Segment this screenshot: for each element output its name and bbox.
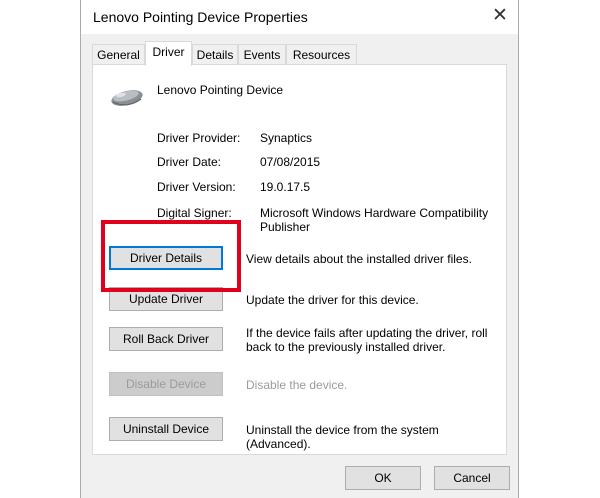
disable-device-button[interactable]: Disable Device [109,372,223,396]
driver-panel: Lenovo Pointing Device Driver Provider: … [92,64,507,455]
digital-signer-value: Microsoft Windows Hardware Compatibility… [260,206,489,234]
driver-version-value: 19.0.17.5 [260,180,311,194]
digital-signer-label: Digital Signer: [157,206,232,220]
device-name: Lenovo Pointing Device [157,83,284,97]
driver-details-button[interactable]: Driver Details [109,246,223,270]
ok-button[interactable]: OK [345,466,421,490]
close-icon[interactable]: ✕ [488,4,512,28]
driver-date-value: 07/08/2015 [260,155,321,169]
mouse-icon [111,90,143,106]
driver-provider-value: Synaptics [260,131,313,145]
roll-back-driver-button[interactable]: Roll Back Driver [109,327,223,351]
uninstall-device-button[interactable]: Uninstall Device [109,417,223,441]
title-bar: Lenovo Pointing Device Properties ✕ [81,0,518,34]
update-driver-button[interactable]: Update Driver [109,287,223,311]
driver-provider-label: Driver Provider: [157,131,241,145]
cancel-button[interactable]: Cancel [434,466,510,490]
disable-device-desc: Disable the device. [246,378,348,392]
uninstall-device-desc: Uninstall the device from the system (Ad… [246,423,439,451]
tab-general[interactable]: General [92,44,145,64]
tab-events[interactable]: Events [238,44,286,64]
window-title: Lenovo Pointing Device Properties [93,9,308,25]
driver-date-label: Driver Date: [157,155,222,169]
driver-details-desc: View details about the installed driver … [246,252,472,266]
tab-details[interactable]: Details [192,44,238,64]
properties-dialog: Lenovo Pointing Device Properties ✕ Gene… [80,0,519,498]
tab-resources[interactable]: Resources [286,44,357,64]
update-driver-desc: Update the driver for this device. [246,293,419,307]
tab-driver[interactable]: Driver [145,41,192,66]
driver-version-label: Driver Version: [157,180,236,194]
roll-back-driver-desc: If the device fails after updating the d… [246,326,488,354]
